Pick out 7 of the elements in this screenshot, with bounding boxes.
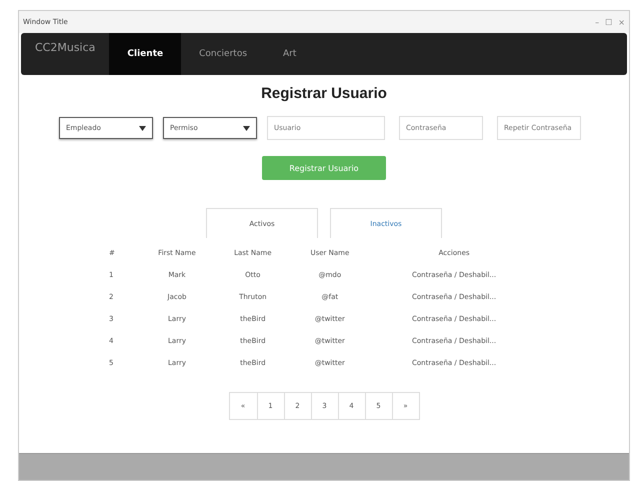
- brand-name[interactable]: CC2Musica: [21, 33, 110, 75]
- nav-item[interactable]: Conciertos: [181, 33, 266, 75]
- form-title: Registrar Usuario: [261, 85, 387, 102]
- nav-item[interactable]: Cliente: [109, 33, 182, 75]
- nav-item[interactable]: Art: [265, 33, 314, 75]
- caret-icon: [139, 126, 146, 130]
- caret-icon: [243, 126, 250, 130]
